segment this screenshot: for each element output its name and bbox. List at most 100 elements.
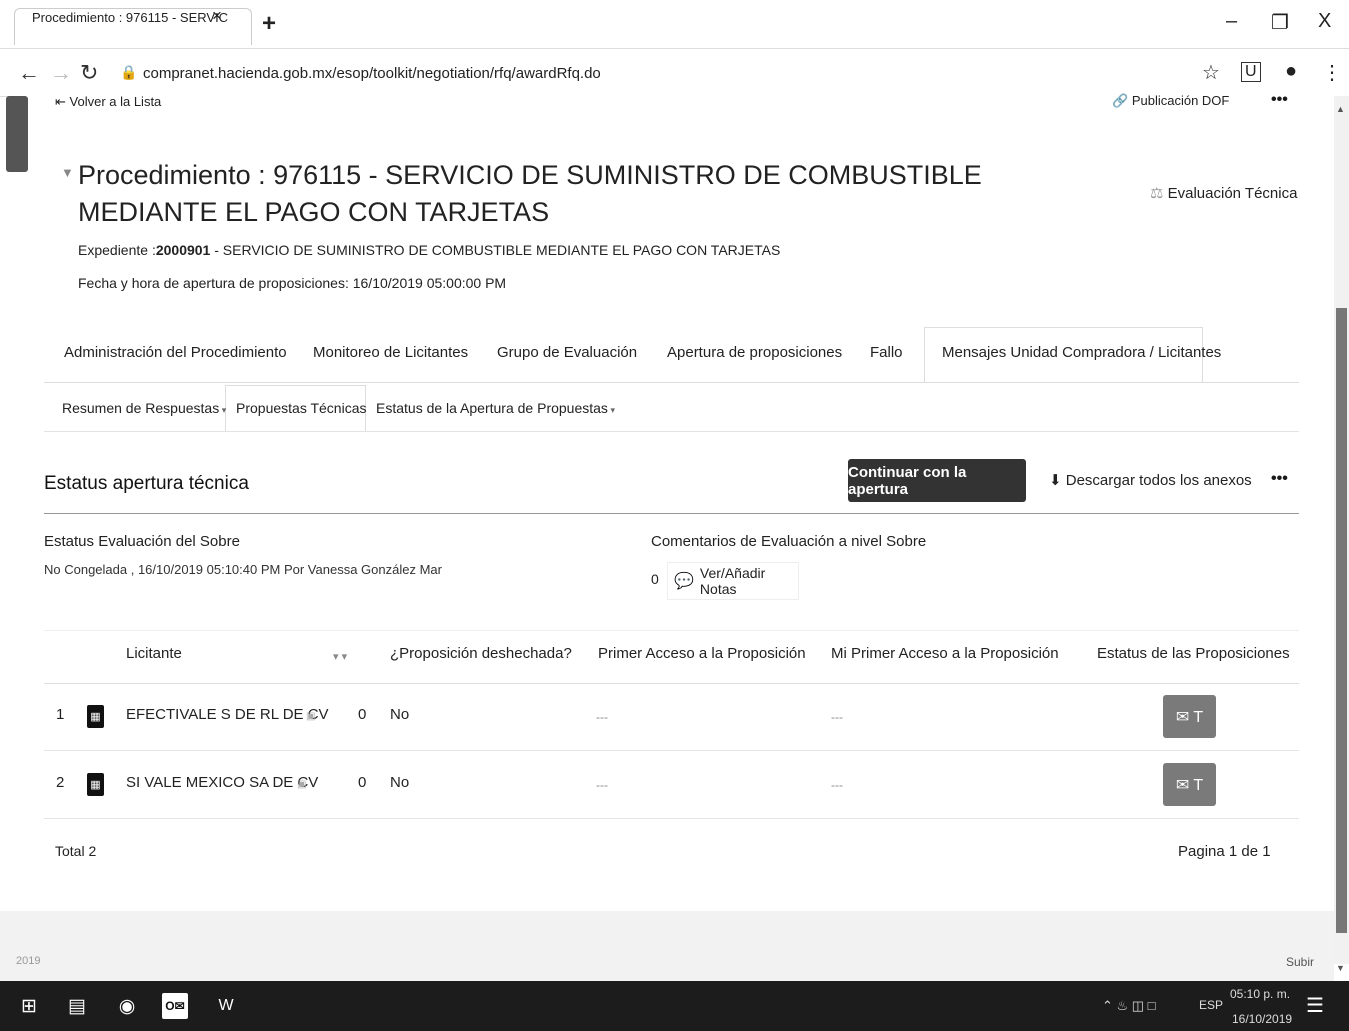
tabs-divider xyxy=(44,382,1299,383)
scales-icon: ⚖ xyxy=(1150,185,1168,202)
file-explorer-icon[interactable]: ▤ xyxy=(64,993,90,1019)
subtab-estatus-label: Estatus de la Apertura de Propuestas xyxy=(376,400,608,416)
dropdown-arrow-icon: ▾ xyxy=(607,405,615,415)
row-divider xyxy=(44,750,1299,751)
subtab-estatus-apertura[interactable]: Estatus de la Apertura de Propuestas ▾ xyxy=(376,400,615,416)
forward-arrow-icon[interactable]: → xyxy=(50,60,72,86)
row-count: 0 xyxy=(358,706,367,723)
row-index: 2 xyxy=(56,774,65,791)
status-action-button[interactable]: ✉ T xyxy=(1163,763,1216,806)
collapse-arrow-icon[interactable]: ▼ xyxy=(61,165,74,180)
bidder-name[interactable]: EFECTIVALE S DE RL DE CV xyxy=(126,706,329,723)
open-envelope-icon: ✉ T xyxy=(1175,708,1204,726)
minimize-button[interactable]: – xyxy=(1226,10,1237,33)
system-tray-icons[interactable]: ⌃ ♨ ◫ □ xyxy=(1102,998,1156,1014)
tab-close-icon[interactable]: × xyxy=(212,6,222,26)
sort-icon[interactable]: ▾ ▾ xyxy=(333,650,347,663)
row-divider xyxy=(44,818,1299,819)
section-divider xyxy=(44,513,1299,514)
table-top-border xyxy=(44,630,1299,631)
bookmark-star-icon[interactable]: ☆ xyxy=(1202,60,1220,85)
my-first-access-value: --- xyxy=(831,778,843,792)
close-window-button[interactable]: X xyxy=(1318,10,1331,33)
chrome-icon[interactable]: ◉ xyxy=(114,993,140,1019)
discarded-value: No xyxy=(390,706,410,723)
subtab-propuestas-tecnicas[interactable]: Propuestas Técnicas xyxy=(236,400,366,416)
document-icon[interactable]: ▦ xyxy=(87,705,104,728)
notes-button[interactable]: 💬 Ver/Añadir Notas xyxy=(667,562,799,600)
tab-mensajes[interactable]: Mensajes Unidad Compradora / Licitantes xyxy=(942,344,1221,361)
status-label: Estatus Evaluación del Sobre xyxy=(44,533,240,550)
new-tab-button[interactable]: + xyxy=(262,10,276,38)
back-arrow-icon[interactable]: ← xyxy=(18,60,40,86)
document-icon[interactable]: ▦ xyxy=(87,773,104,796)
back-icon: ⇤ xyxy=(55,94,70,109)
account-icon[interactable]: ● xyxy=(1285,60,1297,83)
table-row: 1 ▦ EFECTIVALE S DE RL DE CV ▣ 0 No --- … xyxy=(44,684,1299,750)
tab-grupo-evaluacion[interactable]: Grupo de Evaluación xyxy=(497,344,637,361)
row-index: 1 xyxy=(56,706,65,723)
table-row: 2 ▦ SI VALE MEXICO SA DE CV ▣ 0 No --- -… xyxy=(44,752,1299,818)
windows-start-icon[interactable]: ⊞ xyxy=(16,993,42,1019)
pagination-label: Pagina 1 de 1 xyxy=(1178,843,1271,860)
header-estatus[interactable]: Estatus de las Proposiciones xyxy=(1097,645,1290,662)
comments-label: Comentarios de Evaluación a nivel Sobre xyxy=(651,533,927,550)
word-icon[interactable]: W xyxy=(213,993,239,1019)
download-icon: ⬇ xyxy=(1049,472,1062,489)
language-indicator[interactable]: ESP xyxy=(1199,998,1223,1012)
page-title: Procedimiento : 976115 - SERVICIO DE SUM… xyxy=(78,160,982,227)
menu-kebab-icon[interactable]: ⋮ xyxy=(1322,60,1342,85)
header-licitante[interactable]: Licitante xyxy=(126,645,182,662)
fecha-label: Fecha y hora de apertura de proposicione… xyxy=(78,275,349,291)
fecha-value: 16/10/2019 05:00:00 PM xyxy=(352,275,507,291)
browser-tab-title: Procedimiento : 976115 - SERVIC xyxy=(32,10,229,25)
notes-button-label: Ver/Añadir Notas xyxy=(699,565,766,597)
tab-fallo[interactable]: Fallo xyxy=(870,344,903,361)
header-primer-acceso[interactable]: Primer Acceso a la Proposición xyxy=(598,645,806,662)
notification-icon[interactable]: ☰ xyxy=(1306,993,1324,1018)
reload-icon[interactable]: ↻ xyxy=(80,60,98,86)
info-icon[interactable]: ▣ xyxy=(306,711,315,722)
continue-opening-button[interactable]: Continuar con la apertura xyxy=(848,459,1026,502)
tab-monitoreo[interactable]: Monitoreo de Licitantes xyxy=(313,344,468,361)
first-access-value: --- xyxy=(596,710,608,724)
bidder-name[interactable]: SI VALE MEXICO SA DE CV xyxy=(126,774,318,791)
evaluacion-tecnica-label: Evaluación Técnica xyxy=(1167,185,1298,202)
scroll-top-link[interactable]: Subir xyxy=(1286,955,1314,969)
clock-time[interactable]: 05:10 p. m. xyxy=(1230,987,1290,1001)
first-access-value: --- xyxy=(596,778,608,792)
more-options-icon[interactable]: ••• xyxy=(1271,91,1288,109)
scroll-up-icon[interactable]: ▲ xyxy=(1336,104,1345,114)
footer-year: 2019 xyxy=(16,955,41,967)
open-envelope-icon: ✉ T xyxy=(1175,776,1204,794)
outlook-icon[interactable]: O✉ xyxy=(162,993,188,1019)
extension-icon[interactable]: U xyxy=(1241,62,1261,82)
scroll-down-icon[interactable]: ▼ xyxy=(1336,963,1345,973)
status-action-button[interactable]: ✉ T xyxy=(1163,695,1216,738)
restore-button[interactable]: ❐ xyxy=(1271,10,1289,35)
subtab-resumen[interactable]: Resumen de Respuestas ▾ xyxy=(62,400,226,416)
total-count: Total 2 xyxy=(55,843,97,859)
lock-icon: 🔒 xyxy=(120,64,138,80)
tab-apertura[interactable]: Apertura de proposiciones xyxy=(667,344,842,361)
header-proposicion-deshechada[interactable]: ¿Proposición deshechada? xyxy=(390,645,572,662)
evaluacion-tecnica-link[interactable]: ⚖ Evaluación Técnica xyxy=(1150,184,1297,202)
info-icon[interactable]: ▣ xyxy=(297,779,306,790)
dropdown-arrow-icon: ▾ xyxy=(219,405,227,415)
clock-date[interactable]: 16/10/2019 xyxy=(1232,1012,1292,1026)
url-field[interactable]: compranet.hacienda.gob.mx/esop/toolkit/n… xyxy=(143,65,601,82)
back-to-list-link[interactable]: ⇤ Volver a la Lista xyxy=(55,94,161,110)
section-more-icon[interactable]: ••• xyxy=(1271,470,1288,488)
section-title: Estatus apertura técnica xyxy=(44,473,249,494)
publicacion-dof-link[interactable]: 🔗 Publicación DOF xyxy=(1112,93,1229,109)
download-attachments-label: Descargar todos los anexos xyxy=(1065,472,1252,489)
side-panel-handle[interactable] xyxy=(6,96,28,172)
download-attachments-button[interactable]: ⬇ Descargar todos los anexos xyxy=(1049,471,1252,489)
tab-administracion[interactable]: Administración del Procedimiento xyxy=(64,344,287,361)
header-mi-primer-acceso[interactable]: Mi Primer Acceso a la Proposición xyxy=(831,645,1059,662)
row-count: 0 xyxy=(358,774,367,791)
fecha-apertura: Fecha y hora de apertura de proposicione… xyxy=(78,275,506,291)
publicacion-dof-label: Publicación DOF xyxy=(1131,93,1230,108)
scrollbar-thumb[interactable] xyxy=(1336,308,1347,933)
notes-count: 0 xyxy=(651,571,659,587)
